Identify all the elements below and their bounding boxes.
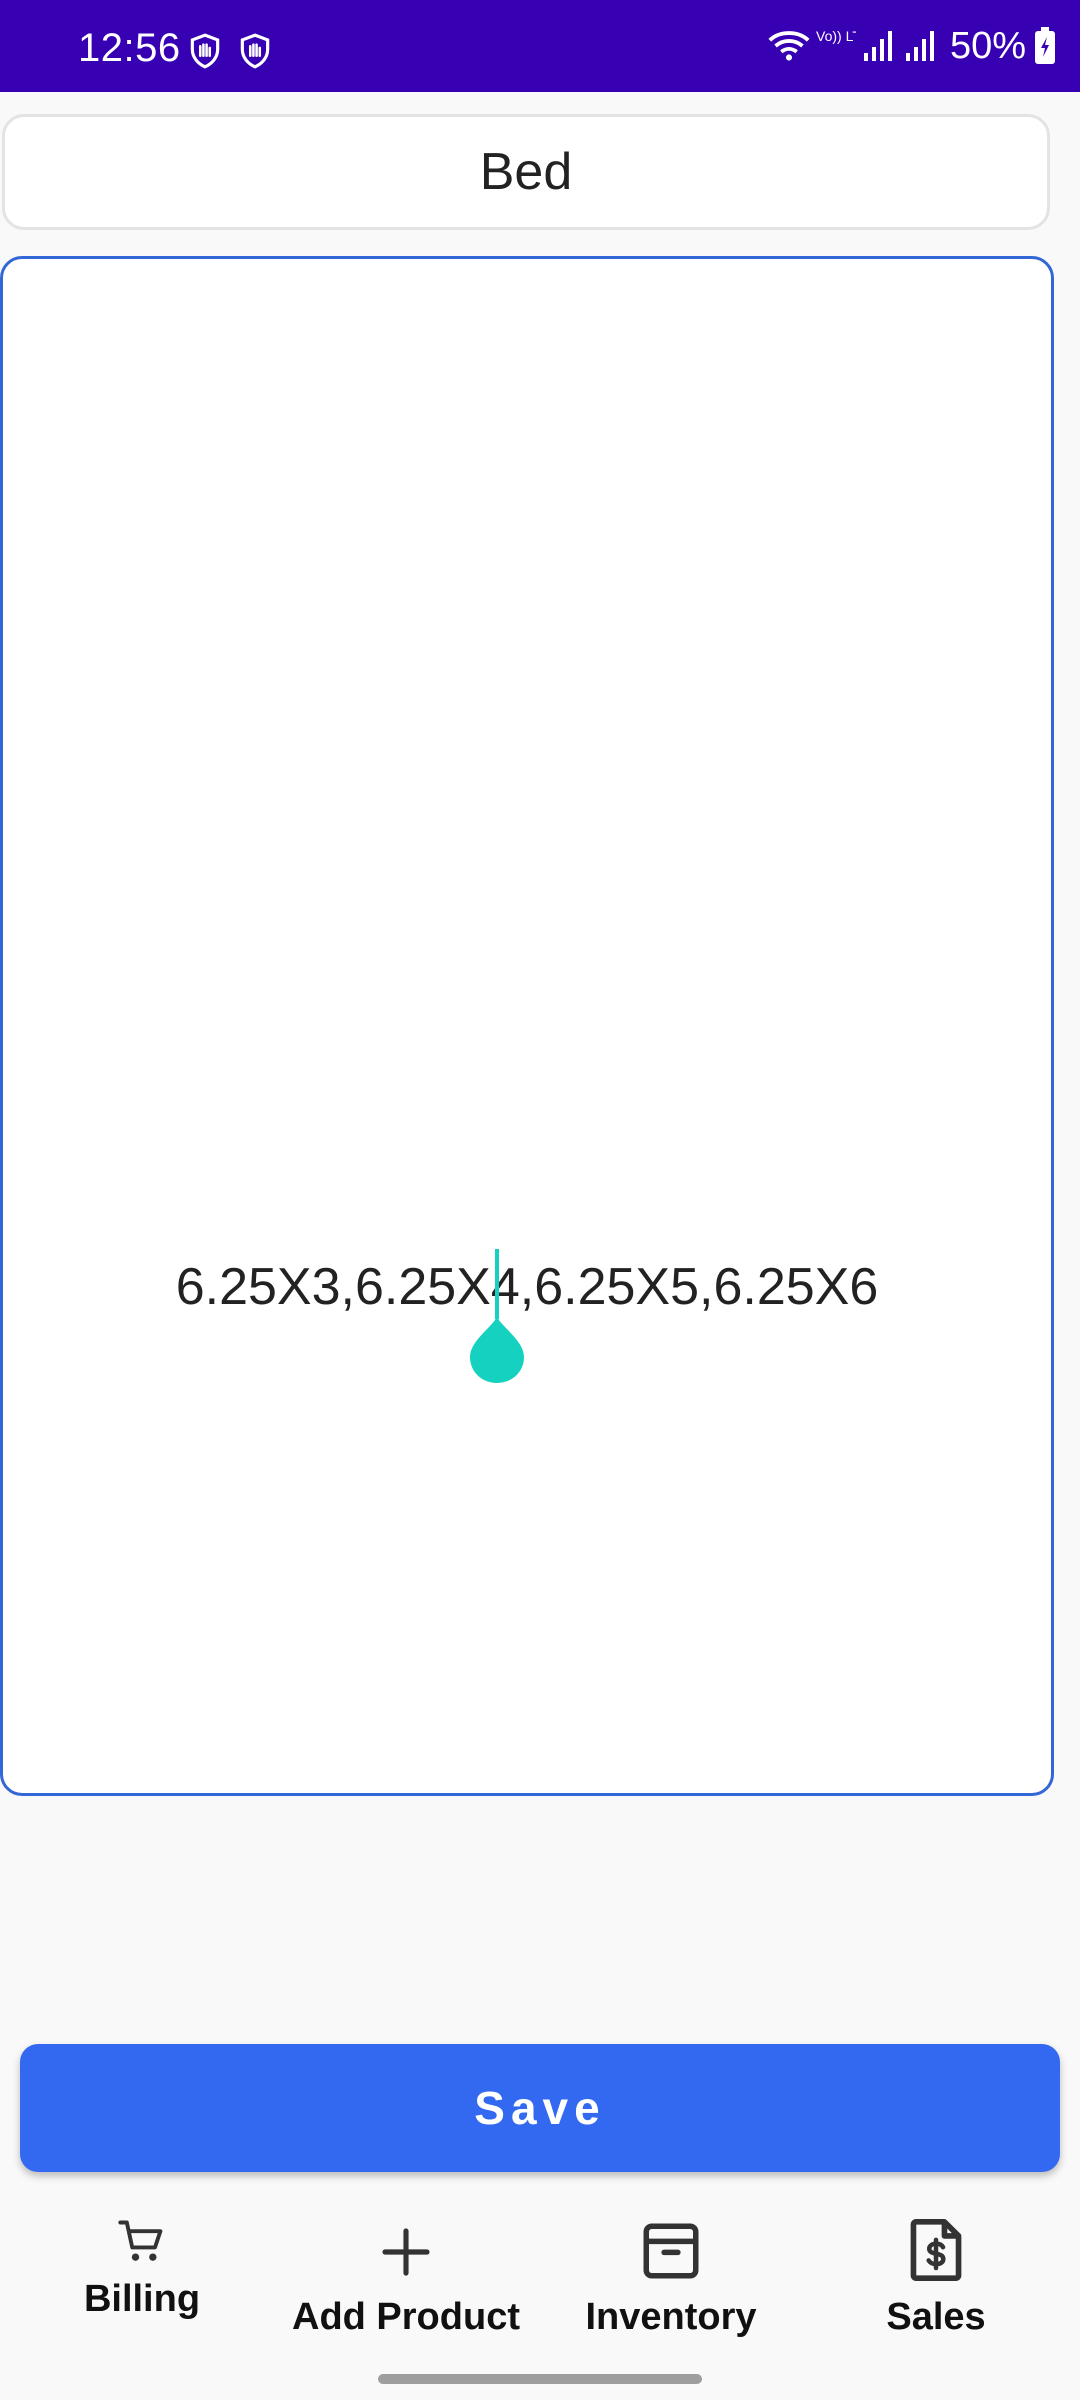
gesture-bar bbox=[378, 2374, 702, 2384]
nav-label-billing: Billing bbox=[83, 2278, 201, 2320]
sizes-value: 6.25X3,6.25X4,6.25X5,6.25X6 bbox=[175, 1258, 879, 1316]
wifi-icon bbox=[768, 31, 810, 61]
nav-item-add-product[interactable]: Add Product bbox=[271, 2196, 541, 2360]
product-name-field[interactable]: Bed bbox=[2, 114, 1050, 230]
status-bar: 12:56 Vo)) LTE1 50% bbox=[0, 0, 1080, 92]
bottom-navigation: Billing Add Product Inventory Sales bbox=[0, 2196, 1080, 2360]
status-icons: Vo)) LTE1 50% bbox=[766, 22, 1056, 70]
signal-icon bbox=[863, 31, 892, 61]
nav-label-sales: Sales bbox=[886, 2296, 986, 2338]
cart-icon bbox=[118, 2220, 163, 2261]
battery-charging-icon bbox=[1035, 27, 1055, 64]
signal-icon bbox=[905, 31, 934, 61]
status-time: 12:56 bbox=[78, 26, 181, 70]
hand-shield-icon bbox=[240, 33, 270, 69]
cursor-handle[interactable] bbox=[468, 1315, 526, 1385]
nav-item-billing[interactable]: Billing bbox=[7, 2196, 277, 2360]
text-cursor bbox=[495, 1249, 499, 1319]
save-button[interactable]: Save bbox=[20, 2044, 1060, 2172]
hand-shield-icon bbox=[190, 33, 220, 69]
product-name-value: Bed bbox=[479, 143, 573, 201]
nav-label-inventory: Inventory bbox=[585, 2296, 757, 2338]
archive-box-icon bbox=[643, 2223, 699, 2279]
nav-item-sales[interactable]: Sales bbox=[801, 2196, 1071, 2360]
network-label: Vo)) LTE1 bbox=[816, 28, 856, 44]
volte-lte-icon: Vo)) LTE1 bbox=[816, 28, 856, 44]
nav-item-inventory[interactable]: Inventory bbox=[536, 2196, 806, 2360]
sizes-textarea[interactable]: 6.25X3,6.25X4,6.25X5,6.25X6 bbox=[0, 256, 1054, 1796]
plus-icon bbox=[382, 2228, 430, 2276]
battery-percent: 50% bbox=[949, 24, 1026, 67]
dollar-document-icon bbox=[910, 2218, 962, 2281]
nav-label-add-product: Add Product bbox=[292, 2296, 520, 2338]
